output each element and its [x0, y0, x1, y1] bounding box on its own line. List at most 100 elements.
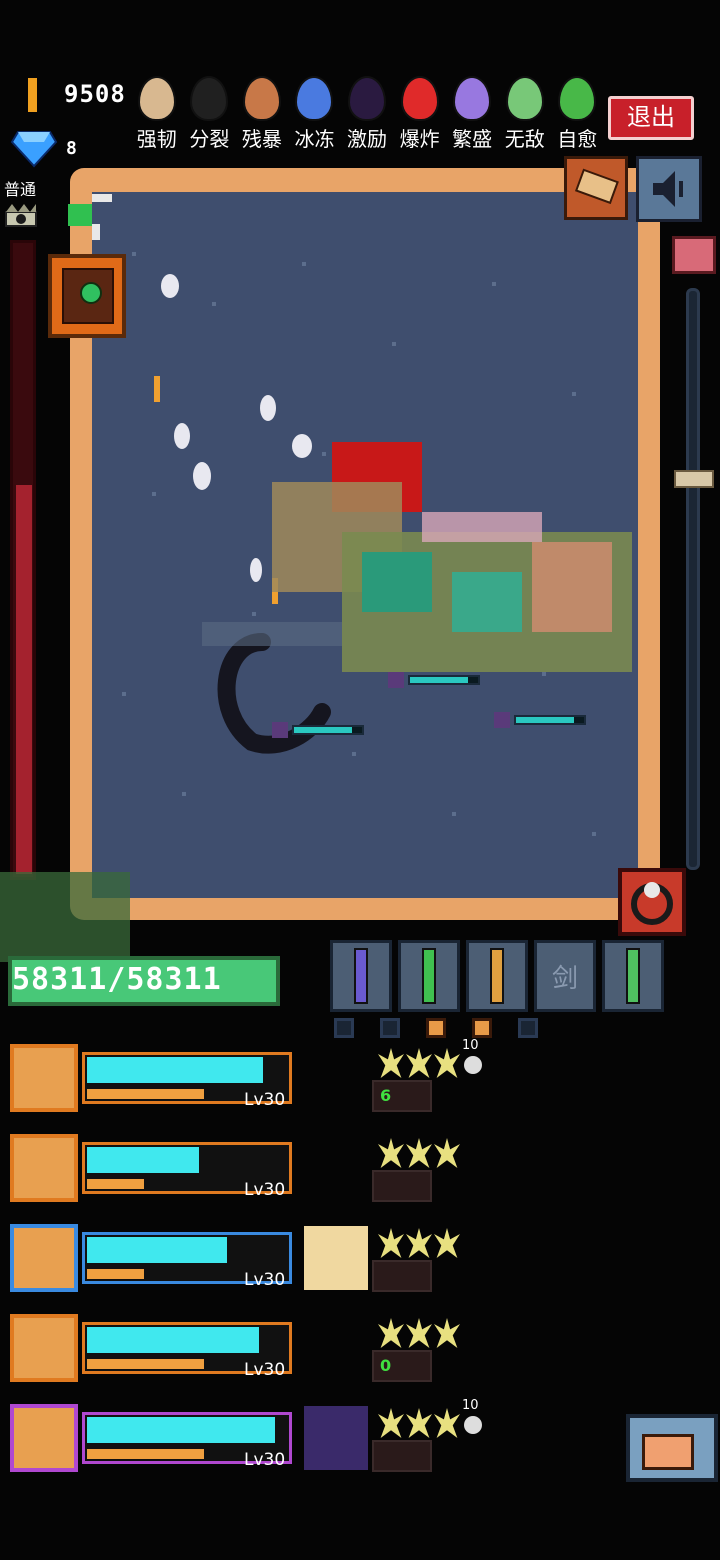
purple-sword-icon — [354, 948, 368, 1004]
camera-chest-button[interactable] — [626, 1414, 718, 1482]
diamond-gem-icon — [10, 131, 58, 168]
claw-buff-icon — [378, 1408, 404, 1438]
hero-exp-fill — [87, 1269, 144, 1279]
claw-buff-icon — [378, 1138, 404, 1168]
hero-hp-fill — [87, 1237, 227, 1263]
demon-face-icon — [304, 1406, 368, 1470]
gold-coin-icon — [28, 78, 37, 112]
egg-label: 繁盛 — [452, 127, 493, 151]
claw-buff-icon — [434, 1408, 460, 1438]
claw-buff-icon — [434, 1138, 460, 1168]
egg-label: 分裂 — [189, 127, 230, 151]
hero-level: Lv30 — [244, 1270, 286, 1290]
speaker-icon[interactable] — [636, 156, 702, 222]
battle-scene — [122, 252, 632, 836]
egg-icon — [295, 76, 334, 121]
page-dot[interactable] — [518, 1018, 538, 1038]
egg-buff-3[interactable]: 冰冻 — [290, 76, 340, 152]
egg-buff-1[interactable]: 分裂 — [185, 76, 235, 152]
egg-icon — [190, 76, 229, 121]
egg-buff-2[interactable]: 残暴 — [237, 76, 287, 152]
skull-buff-icon: 10 — [462, 1038, 486, 1078]
hero-level: Lv30 — [244, 1360, 286, 1380]
skull-ring-button[interactable] — [618, 868, 686, 936]
player-base-sprite — [0, 872, 130, 962]
hero-item-slot — [372, 1440, 432, 1472]
hero-exp-fill — [87, 1359, 204, 1369]
egg-buff-8[interactable]: 自愈 — [553, 76, 603, 152]
hero-buffs: 10 — [378, 1038, 486, 1078]
claw-buff-icon — [406, 1138, 432, 1168]
egg-buff-6[interactable]: 繁盛 — [447, 76, 497, 152]
egg-buff-4[interactable]: 激励 — [342, 76, 392, 152]
party-member-4[interactable]: Lv30 — [10, 1314, 302, 1386]
page-dot-active[interactable] — [472, 1018, 492, 1038]
claw-buff-icon — [406, 1048, 432, 1078]
page-dot[interactable] — [334, 1018, 354, 1038]
egg-icon — [400, 76, 439, 121]
item-count: 0 — [380, 1356, 392, 1375]
weapon-slot-empty-sword[interactable]: 剑 — [534, 940, 596, 1012]
egg-icon — [505, 76, 544, 121]
weapon-slot-purple-sword[interactable] — [330, 940, 392, 1012]
buff-stack-count: 10 — [462, 1398, 479, 1413]
weapon-slot-bar: 剑 — [330, 940, 664, 1012]
skull-buff-icon: 10 — [462, 1398, 486, 1438]
hero-exp-fill — [87, 1449, 204, 1459]
eye-icon — [80, 282, 102, 304]
egg-icon — [137, 76, 176, 121]
claw-buff-icon — [378, 1318, 404, 1348]
chest-icon — [642, 1434, 694, 1470]
treasure-chest-icon[interactable] — [672, 236, 716, 274]
egg-icon — [558, 76, 597, 121]
weapon-slot-green-sword[interactable] — [398, 940, 460, 1012]
hero-hp-fill — [87, 1057, 263, 1083]
party-member-2[interactable]: Lv30 — [10, 1134, 302, 1206]
hero-portrait[interactable] — [10, 1314, 78, 1382]
egg-buff-5[interactable]: 爆炸 — [395, 76, 445, 152]
gem-count: 8 — [66, 138, 77, 159]
hero-exp-fill — [87, 1089, 204, 1099]
enemy-hp-2 — [388, 672, 480, 688]
hero-buffs — [378, 1138, 460, 1168]
egg-buff-0[interactable]: 强韧 — [132, 76, 182, 152]
claw-buff-icon — [434, 1228, 460, 1258]
page-dot[interactable] — [380, 1018, 400, 1038]
party-member-3[interactable]: Lv30 — [10, 1224, 302, 1296]
wave-progress-fill — [16, 485, 32, 874]
egg-label: 残暴 — [241, 127, 282, 151]
enemy-hp-1 — [272, 722, 364, 738]
weapon-slot-hammer[interactable] — [466, 940, 528, 1012]
hero-portrait[interactable] — [10, 1044, 78, 1112]
claw-buff-icon — [406, 1408, 432, 1438]
claw-buff-icon — [434, 1318, 460, 1348]
egg-label: 自愈 — [557, 127, 598, 151]
claw-buff-icon — [406, 1318, 432, 1348]
hero-item-slot: 0 — [372, 1350, 432, 1382]
egg-label: 冰冻 — [294, 127, 335, 151]
hero-portrait[interactable] — [10, 1224, 78, 1292]
spellbook-button[interactable] — [48, 254, 126, 338]
party-member-1[interactable]: Lv30 — [10, 1044, 302, 1116]
party-member-5[interactable]: Lv30 — [10, 1404, 302, 1476]
egg-icon — [348, 76, 387, 121]
zoom-slider-handle[interactable] — [674, 470, 714, 488]
buff-stack-count: 10 — [462, 1038, 479, 1053]
hero-level: Lv30 — [244, 1450, 286, 1470]
gold-count: 9508 — [64, 80, 126, 108]
weapon-slot-green-axe[interactable] — [602, 940, 664, 1012]
page-dot-active[interactable] — [426, 1018, 446, 1038]
player-sprite — [68, 194, 112, 240]
hero-item-slot — [372, 1260, 432, 1292]
hero-portrait[interactable] — [10, 1404, 78, 1472]
hero-portrait[interactable] — [10, 1134, 78, 1202]
hero-level: Lv30 — [244, 1090, 286, 1110]
zoom-slider[interactable] — [686, 288, 700, 870]
player-hp-text: 58311/58311 — [12, 962, 222, 997]
egg-label: 无敌 — [504, 127, 545, 151]
exit-button[interactable]: 退出 — [608, 96, 694, 140]
egg-buff-7[interactable]: 无敌 — [500, 76, 550, 152]
difficulty-label: 普通 — [4, 180, 37, 199]
scroll-button[interactable] — [564, 156, 628, 220]
skill-burst-icon — [304, 1226, 368, 1290]
